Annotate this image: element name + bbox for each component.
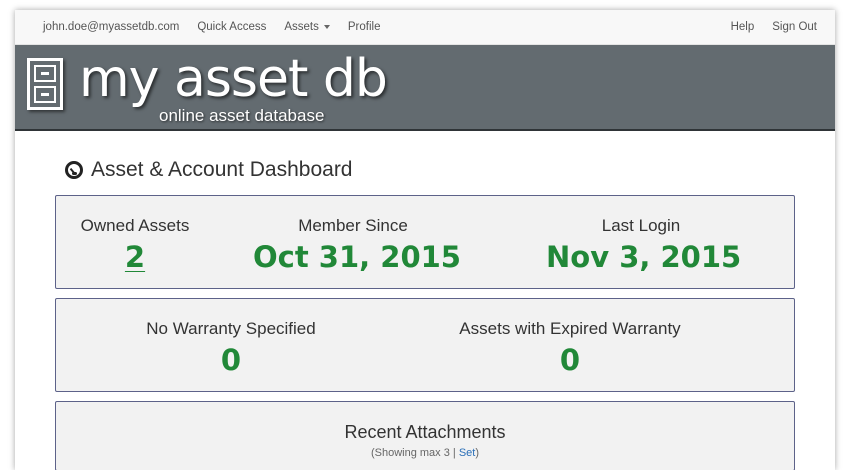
expired-warranty-value: 0: [559, 343, 581, 377]
account-summary-panel: Owned Assets 2 Member Since Oct 31, 2015…: [55, 195, 795, 289]
drawer-handle: [41, 93, 49, 96]
expired-warranty-stat: Assets with Expired Warranty 0: [430, 319, 710, 377]
brand-banner: my asset db online asset database: [15, 45, 835, 131]
member-since-stat: Member Since Oct 31, 2015: [253, 216, 461, 274]
brand-logo-title[interactable]: my asset db: [79, 49, 388, 109]
drawer-icon: [34, 65, 56, 82]
showing-suffix: ): [475, 447, 480, 459]
no-warranty-value: 0: [220, 343, 242, 377]
last-login-stat: Last Login Nov 3, 2015: [546, 216, 742, 274]
dashboard-gauge-icon: [65, 161, 83, 179]
nav-right: Help Sign Out: [703, 21, 835, 33]
app-frame: john.doe@myassetdb.com Quick Access Asse…: [15, 10, 835, 470]
gauge-hub: [72, 172, 77, 175]
top-navbar: john.doe@myassetdb.com Quick Access Asse…: [15, 10, 835, 45]
assets-dropdown[interactable]: Assets: [275, 21, 339, 33]
assets-dropdown-label: Assets: [284, 21, 319, 33]
owned-assets-label: Owned Assets: [80, 216, 190, 235]
last-login-label: Last Login: [601, 216, 681, 235]
recent-attachments-note: (Showing max 3 | Set): [56, 447, 794, 459]
last-login-value: Nov 3, 2015: [546, 240, 742, 274]
no-warranty-label: No Warranty Specified: [146, 319, 316, 338]
member-since-label: Member Since: [298, 216, 408, 235]
main-content: Asset & Account Dashboard Owned Assets 2…: [15, 158, 835, 470]
profile-link[interactable]: Profile: [339, 21, 390, 33]
owned-assets-stat: Owned Assets 2: [73, 216, 197, 274]
quick-access-link[interactable]: Quick Access: [188, 21, 275, 33]
drawer-handle: [41, 72, 49, 75]
drawer-icon: [34, 86, 56, 103]
page-title: Asset & Account Dashboard: [91, 158, 353, 181]
user-email-link[interactable]: john.doe@myassetdb.com: [15, 21, 188, 33]
page-heading: Asset & Account Dashboard: [65, 158, 795, 182]
no-warranty-stat: No Warranty Specified 0: [116, 319, 346, 377]
caret-down-icon: [323, 24, 330, 29]
recent-attachments-title: Recent Attachments: [344, 422, 506, 442]
nav-left: john.doe@myassetdb.com Quick Access Asse…: [15, 21, 389, 33]
warranty-summary-panel: No Warranty Specified 0 Assets with Expi…: [55, 298, 795, 392]
sign-out-link[interactable]: Sign Out: [763, 21, 835, 33]
member-since-value: Oct 31, 2015: [253, 240, 461, 274]
help-link[interactable]: Help: [703, 21, 764, 33]
owned-assets-value[interactable]: 2: [73, 240, 197, 274]
showing-prefix: (Showing max 3 |: [370, 447, 459, 459]
brand-logo-subtitle: online asset database: [159, 106, 325, 125]
expired-warranty-label: Assets with Expired Warranty: [459, 319, 681, 338]
set-max-link[interactable]: Set: [459, 447, 476, 459]
file-cabinet-icon: [27, 58, 63, 110]
